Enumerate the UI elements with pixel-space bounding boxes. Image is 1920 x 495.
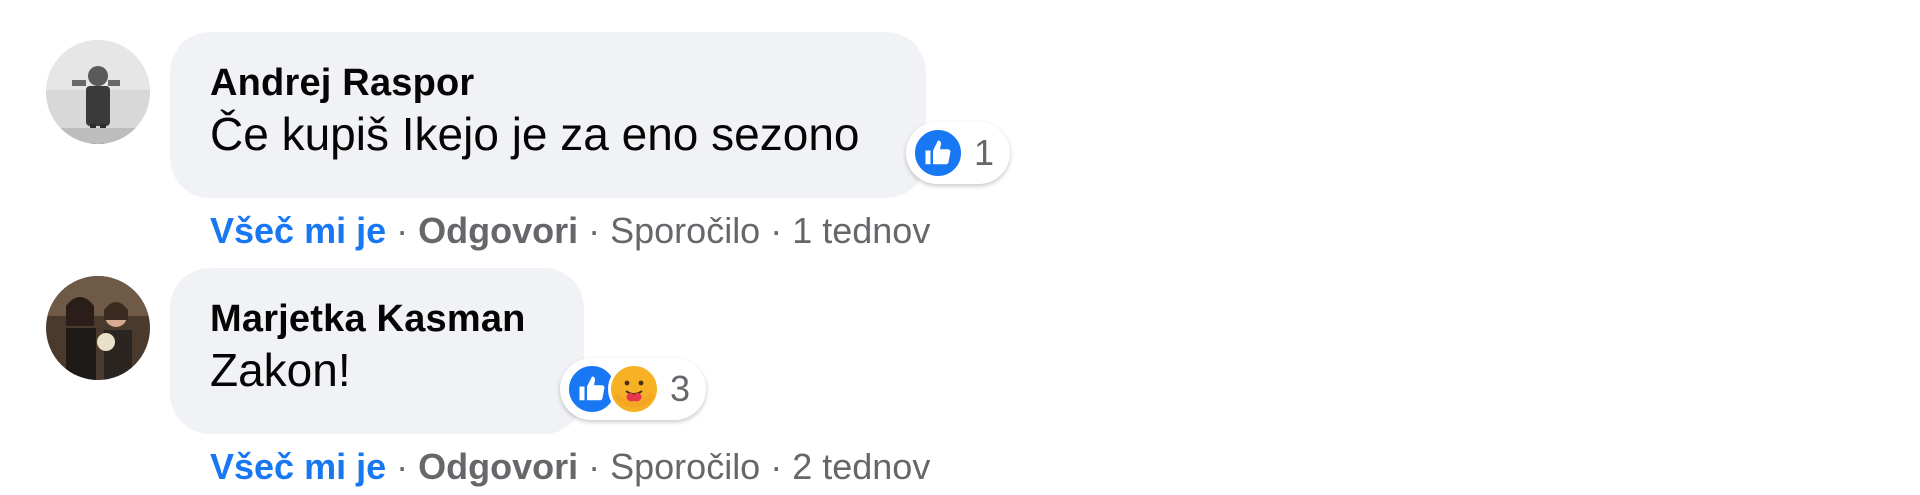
like-button[interactable]: Všeč mi je — [210, 210, 386, 252]
comment-author[interactable]: Marjetka Kasman — [210, 296, 544, 342]
message-button[interactable]: Sporočilo — [610, 210, 760, 252]
comment-actions: Všeč mi je · Odgovori · Sporočilo · 2 te… — [210, 442, 930, 492]
reply-button[interactable]: Odgovori — [418, 210, 578, 252]
separator: · — [396, 210, 409, 251]
reactions-summary[interactable]: 3 — [560, 358, 707, 420]
reaction-count: 3 — [670, 368, 691, 409]
separator: · — [770, 446, 783, 487]
comment-bubble: Marjetka Kasman Zakon! — [170, 268, 584, 434]
message-button[interactable]: Sporočilo — [610, 446, 760, 488]
reaction-count: 1 — [974, 132, 995, 173]
separator: · — [396, 446, 409, 487]
separator: · — [588, 446, 601, 487]
avatar[interactable] — [46, 40, 150, 144]
comment-text: Če kupiš Ikejo je za eno sezono — [210, 108, 860, 160]
comment-author[interactable]: Andrej Raspor — [210, 60, 886, 106]
comment-actions: Všeč mi je · Odgovori · Sporočilo · 1 te… — [210, 206, 930, 256]
avatar-photo — [46, 40, 150, 144]
reactions-summary[interactable]: 1 — [906, 122, 1011, 184]
comment-bubble: Andrej Raspor Če kupiš Ikejo je za eno s… — [170, 32, 926, 198]
comment-text: Zakon! — [210, 344, 351, 396]
avatar-photo — [46, 276, 150, 380]
care-icon — [608, 363, 660, 415]
comment-timestamp[interactable]: 1 tednov — [792, 210, 930, 252]
separator: · — [588, 210, 601, 251]
like-button[interactable]: Všeč mi je — [210, 446, 386, 488]
comment-timestamp[interactable]: 2 tednov — [792, 446, 930, 488]
like-icon — [912, 127, 964, 179]
reply-button[interactable]: Odgovori — [418, 446, 578, 488]
separator: · — [770, 210, 783, 251]
avatar[interactable] — [46, 276, 150, 380]
